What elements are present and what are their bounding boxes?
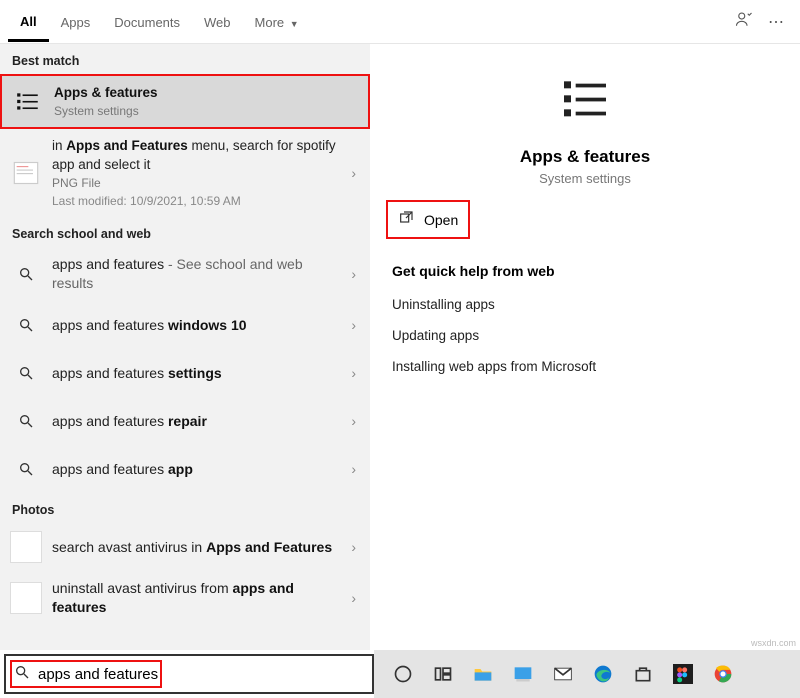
web-result-text: apps and features settings bbox=[52, 364, 347, 383]
search-icon bbox=[10, 357, 42, 389]
app-icon-1[interactable] bbox=[512, 663, 534, 685]
search-icon bbox=[10, 309, 42, 341]
search-input[interactable] bbox=[38, 656, 372, 692]
result-file-modified: Last modified: 10/9/2021, 10:59 AM bbox=[52, 193, 347, 209]
feedback-icon[interactable] bbox=[728, 4, 760, 39]
photo-result-0[interactable]: search avast antivirus in Apps and Featu… bbox=[0, 523, 370, 571]
help-title: Get quick help from web bbox=[392, 263, 784, 279]
help-link-1[interactable]: Updating apps bbox=[386, 320, 784, 351]
result-title: Apps & features bbox=[54, 84, 358, 102]
web-result-text: apps and features app bbox=[52, 460, 347, 479]
chrome-icon[interactable] bbox=[712, 663, 734, 685]
store-icon[interactable] bbox=[632, 663, 654, 685]
filter-tabs: All Apps Documents Web More ▼ ⋯ bbox=[0, 0, 800, 44]
search-box[interactable] bbox=[4, 654, 374, 694]
bottom-bar bbox=[0, 650, 800, 698]
tab-all[interactable]: All bbox=[8, 2, 49, 42]
tab-documents[interactable]: Documents bbox=[102, 3, 192, 40]
chevron-right-icon[interactable]: › bbox=[347, 165, 360, 181]
section-photos: Photos bbox=[0, 493, 370, 523]
help-link-2[interactable]: Installing web apps from Microsoft bbox=[386, 351, 784, 382]
help-link-0[interactable]: Uninstalling apps bbox=[386, 289, 784, 320]
web-result-2[interactable]: apps and features settings › bbox=[0, 349, 370, 397]
more-icon[interactable]: ⋯ bbox=[760, 6, 792, 38]
photo-result-1[interactable]: uninstall avast antivirus from apps and … bbox=[0, 571, 370, 625]
search-icon bbox=[6, 664, 38, 685]
section-best-match: Best match bbox=[0, 44, 370, 74]
file-thumb-icon bbox=[10, 157, 42, 189]
chevron-right-icon[interactable]: › bbox=[347, 413, 360, 429]
chevron-right-icon[interactable]: › bbox=[347, 365, 360, 381]
web-result-0[interactable]: apps and features - See school and web r… bbox=[0, 247, 370, 301]
chevron-right-icon[interactable]: › bbox=[347, 266, 360, 282]
preview-title: Apps & features bbox=[520, 147, 650, 167]
web-result-text: apps and features - See school and web r… bbox=[52, 255, 347, 293]
taskbar bbox=[374, 650, 800, 698]
cortana-icon[interactable] bbox=[392, 663, 414, 685]
figma-icon[interactable] bbox=[672, 663, 694, 685]
preview-hero-icon bbox=[557, 72, 613, 133]
mail-icon[interactable] bbox=[552, 663, 574, 685]
web-result-text: apps and features repair bbox=[52, 412, 347, 431]
web-result-4[interactable]: apps and features app › bbox=[0, 445, 370, 493]
chevron-right-icon[interactable]: › bbox=[347, 317, 360, 333]
open-icon bbox=[398, 210, 414, 229]
search-icon bbox=[10, 453, 42, 485]
tab-apps[interactable]: Apps bbox=[49, 3, 103, 40]
section-school-web: Search school and web bbox=[0, 217, 370, 247]
result-file-title: in Apps and Features menu, search for sp… bbox=[52, 137, 347, 173]
preview-subtitle: System settings bbox=[539, 171, 631, 186]
file-explorer-icon[interactable] bbox=[472, 663, 494, 685]
chevron-right-icon[interactable]: › bbox=[347, 590, 360, 606]
web-result-text: apps and features windows 10 bbox=[52, 316, 347, 335]
result-file-type: PNG File bbox=[52, 175, 347, 191]
photo-thumb-icon bbox=[10, 582, 42, 614]
tab-web[interactable]: Web bbox=[192, 3, 243, 40]
photo-result-text: uninstall avast antivirus from apps and … bbox=[52, 579, 347, 617]
tab-more[interactable]: More ▼ bbox=[243, 3, 311, 40]
web-result-3[interactable]: apps and features repair › bbox=[0, 397, 370, 445]
search-icon bbox=[10, 258, 42, 290]
edge-icon[interactable] bbox=[592, 663, 614, 685]
preview-panel: Apps & features System settings Open Get… bbox=[370, 44, 800, 650]
open-label: Open bbox=[424, 212, 458, 228]
chevron-right-icon[interactable]: › bbox=[347, 461, 360, 477]
settings-list-icon bbox=[12, 86, 44, 118]
result-file[interactable]: in Apps and Features menu, search for sp… bbox=[0, 129, 370, 217]
web-result-1[interactable]: apps and features windows 10 › bbox=[0, 301, 370, 349]
task-view-icon[interactable] bbox=[432, 663, 454, 685]
results-panel: Best match Apps & features System settin… bbox=[0, 44, 370, 650]
photo-thumb-icon bbox=[10, 531, 42, 563]
open-button[interactable]: Open bbox=[386, 200, 470, 239]
result-subtitle: System settings bbox=[54, 103, 358, 119]
search-icon bbox=[10, 405, 42, 437]
watermark: wsxdn.com bbox=[751, 638, 796, 648]
chevron-right-icon[interactable]: › bbox=[347, 539, 360, 555]
result-apps-features[interactable]: Apps & features System settings bbox=[0, 74, 370, 129]
photo-result-text: search avast antivirus in Apps and Featu… bbox=[52, 538, 347, 557]
